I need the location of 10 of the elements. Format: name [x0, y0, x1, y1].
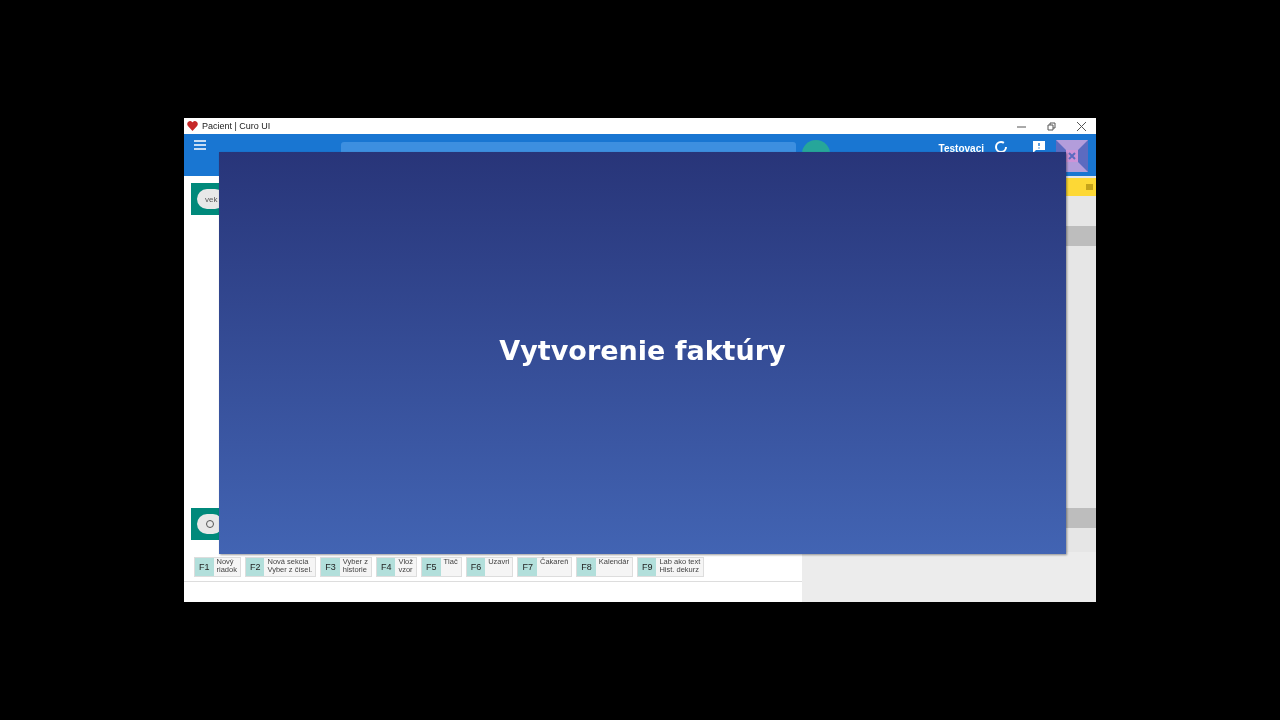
user-name: Testovaci [938, 143, 984, 155]
refresh-icon[interactable] [994, 140, 1008, 154]
restore-icon[interactable] [1046, 121, 1056, 131]
heart-icon [187, 121, 198, 131]
slide-title: Vytvorenie faktúry [499, 334, 786, 366]
message-icon[interactable] [1032, 140, 1046, 154]
side-bar-block [1066, 226, 1096, 246]
side-bar-block [1066, 508, 1096, 528]
close-icon[interactable] [1076, 121, 1086, 131]
window-title: Pacient | Curo UI [202, 121, 272, 131]
